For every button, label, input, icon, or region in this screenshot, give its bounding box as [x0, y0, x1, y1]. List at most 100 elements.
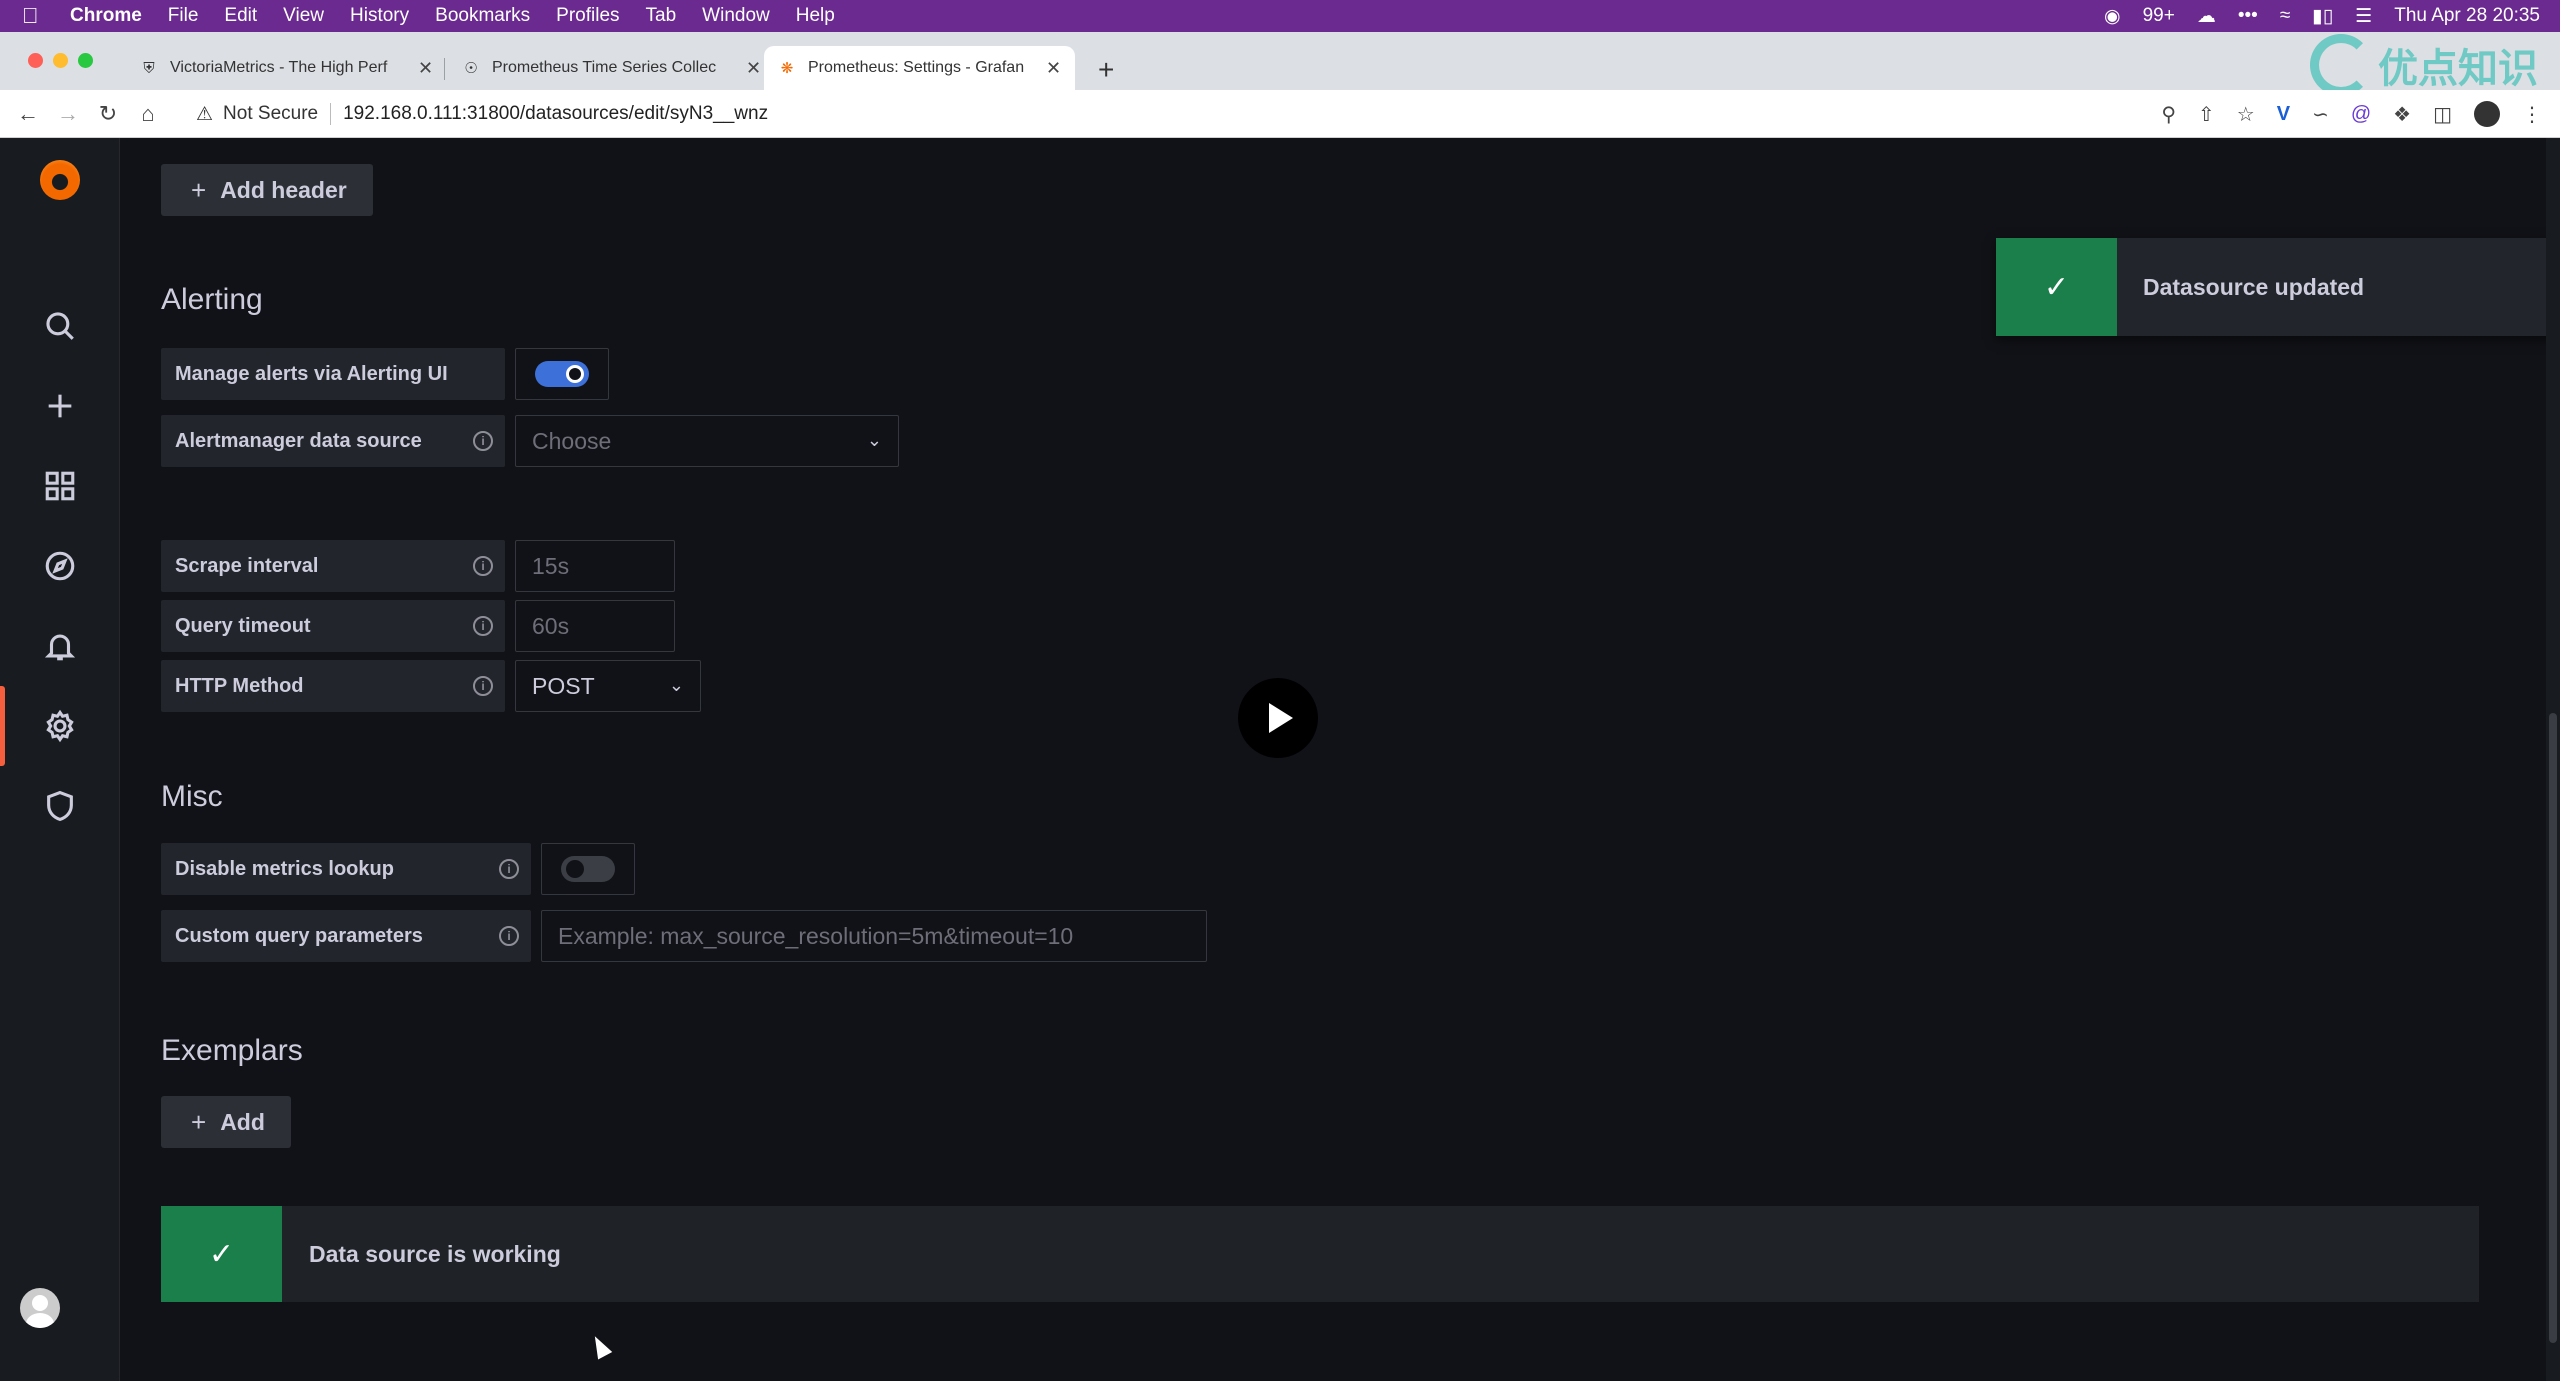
alertmanager-datasource-label: Alertmanager data source i	[161, 415, 505, 467]
menu-window[interactable]: Window	[702, 5, 770, 27]
custom-query-parameters-label: Custom query parameters i	[161, 910, 531, 962]
shield-favicon-icon: ⛨	[143, 59, 155, 77]
manage-alerts-toggle[interactable]	[515, 348, 609, 400]
extension-v-icon[interactable]: V	[2277, 103, 2290, 126]
menu-edit[interactable]: Edit	[224, 5, 257, 27]
profile-avatar[interactable]	[2474, 101, 2500, 127]
extension-at-icon[interactable]: @	[2351, 103, 2371, 126]
warning-icon[interactable]: ⚠	[196, 103, 213, 126]
info-icon[interactable]: i	[499, 859, 519, 879]
scrape-interval-label-text: Scrape interval	[175, 554, 319, 577]
close-window-button[interactable]	[28, 53, 43, 68]
add-header-button[interactable]: + Add header	[161, 164, 373, 216]
manage-alerts-label: Manage alerts via Alerting UI	[161, 348, 505, 400]
cloud-icon[interactable]: ☁	[2197, 5, 2216, 28]
add-exemplar-button[interactable]: + Add	[161, 1096, 291, 1148]
server-admin-shield-icon[interactable]	[38, 784, 82, 828]
alertmanager-datasource-select[interactable]: Choose ⌄	[515, 415, 899, 467]
menu-file[interactable]: File	[168, 5, 199, 27]
menu-tab[interactable]: Tab	[646, 5, 677, 27]
back-icon[interactable]: ←	[8, 101, 48, 127]
scrollbar-thumb[interactable]	[2549, 713, 2557, 1343]
dashboards-icon[interactable]	[38, 464, 82, 508]
tab-prometheus-docs[interactable]: ☉ Prometheus Time Series Collec ✕	[448, 46, 775, 90]
status-message: Data source is working	[309, 1240, 561, 1267]
apple-icon[interactable]: 	[22, 3, 52, 29]
grafana-logo-icon[interactable]	[40, 160, 80, 200]
menubar-clock[interactable]: Thu Apr 28 20:35	[2394, 5, 2540, 27]
explore-compass-icon[interactable]	[38, 544, 82, 588]
more-icon[interactable]: •••	[2238, 5, 2258, 27]
chrome-menu-icon[interactable]: ⋮	[2522, 102, 2542, 127]
extension-chart-icon[interactable]: ∽	[2312, 102, 2329, 127]
active-nav-marker	[0, 686, 5, 766]
wechat-icon[interactable]: ◉	[2104, 5, 2121, 28]
http-method-label: HTTP Method i	[161, 660, 505, 712]
configuration-gear-icon[interactable]	[38, 704, 82, 748]
http-method-select[interactable]: POST ⌄	[515, 660, 701, 712]
http-method-value: POST	[532, 672, 595, 699]
menu-view[interactable]: View	[283, 5, 324, 27]
security-indicator[interactable]: Not Secure	[223, 103, 332, 125]
tab-title: VictoriaMetrics - The High Perf	[170, 59, 388, 76]
query-timeout-label: Query timeout i	[161, 600, 505, 652]
plus-icon: +	[191, 174, 207, 205]
tab-victoriametrics[interactable]: ⛨ VictoriaMetrics - The High Perf ✕	[126, 46, 447, 90]
manage-alerts-label-text: Manage alerts via Alerting UI	[175, 362, 448, 385]
page-scrollbar[interactable]	[2546, 138, 2560, 1381]
address-bar[interactable]: ⚠ Not Secure 192.168.0.111:31800/datasou…	[196, 98, 768, 130]
menu-bookmarks[interactable]: Bookmarks	[435, 5, 530, 27]
forward-icon[interactable]: →	[48, 101, 88, 127]
custom-query-parameters-input[interactable]: Example: max_source_resolution=5m&timeou…	[541, 910, 1207, 962]
toggle-switch-off[interactable]	[561, 856, 615, 882]
control-center-icon[interactable]: ☰	[2355, 5, 2372, 28]
toggle-switch-on[interactable]	[535, 361, 589, 387]
video-play-button[interactable]	[1238, 678, 1318, 758]
menu-profiles[interactable]: Profiles	[556, 5, 619, 27]
info-icon[interactable]: i	[499, 926, 519, 946]
info-icon[interactable]: i	[473, 616, 493, 636]
watermark-text: 优点知识	[2378, 47, 2538, 91]
tab-grafana-settings[interactable]: ❋ Prometheus: Settings - Grafan ✕	[764, 46, 1076, 90]
wifi-icon[interactable]: ≈	[2280, 5, 2290, 27]
window-controls	[28, 53, 93, 68]
scrape-interval-input[interactable]: 15s	[515, 540, 675, 592]
tab-title: Prometheus Time Series Collec	[492, 59, 717, 76]
battery-icon[interactable]: ▮▯	[2312, 5, 2333, 28]
side-menu	[0, 138, 120, 1381]
share-icon[interactable]: ⇧	[2198, 102, 2215, 127]
zoom-icon[interactable]: ⚲	[2161, 102, 2176, 127]
tab-close-icon[interactable]: ✕	[418, 58, 433, 79]
side-panel-icon[interactable]: ◫	[2433, 102, 2452, 127]
menu-history[interactable]: History	[350, 5, 409, 27]
new-tab-button[interactable]: +	[1098, 54, 1114, 86]
zoom-window-button[interactable]	[78, 53, 93, 68]
notification-badge: 99+	[2142, 5, 2175, 26]
bookmark-star-icon[interactable]: ☆	[2237, 102, 2255, 127]
home-icon[interactable]: ⌂	[128, 101, 168, 127]
http-method-label-text: HTTP Method	[175, 674, 304, 697]
chevron-down-icon: ⌄	[668, 675, 684, 695]
disable-metrics-lookup-toggle[interactable]	[541, 843, 635, 895]
search-icon[interactable]	[38, 304, 82, 348]
menu-help[interactable]: Help	[796, 5, 835, 27]
plus-icon: +	[191, 1106, 207, 1137]
alerting-bell-icon[interactable]	[38, 624, 82, 668]
tab-close-icon[interactable]: ✕	[746, 58, 761, 79]
info-icon[interactable]: i	[473, 431, 493, 451]
info-icon[interactable]: i	[473, 676, 493, 696]
reload-icon[interactable]: ↻	[88, 101, 128, 127]
watermark-logo: 优点知识	[2310, 34, 2538, 96]
toast-message: Datasource updated	[2143, 273, 2365, 300]
menu-app-chrome[interactable]: Chrome	[70, 5, 142, 27]
info-icon[interactable]: i	[473, 556, 493, 576]
query-timeout-input[interactable]: 60s	[515, 600, 675, 652]
url-text[interactable]: 192.168.0.111:31800/datasources/edit/syN…	[343, 103, 768, 125]
plus-icon[interactable]	[38, 384, 82, 428]
minimize-window-button[interactable]	[53, 53, 68, 68]
menubar-status-area: ◉ 99+ ☁ ••• ≈ ▮▯ ☰ Thu Apr 28 20:35	[2104, 0, 2540, 32]
tab-separator	[444, 58, 445, 80]
tab-close-icon[interactable]: ✕	[1046, 58, 1061, 79]
extensions-puzzle-icon[interactable]: ❖	[2393, 102, 2411, 127]
user-avatar[interactable]	[20, 1288, 60, 1328]
